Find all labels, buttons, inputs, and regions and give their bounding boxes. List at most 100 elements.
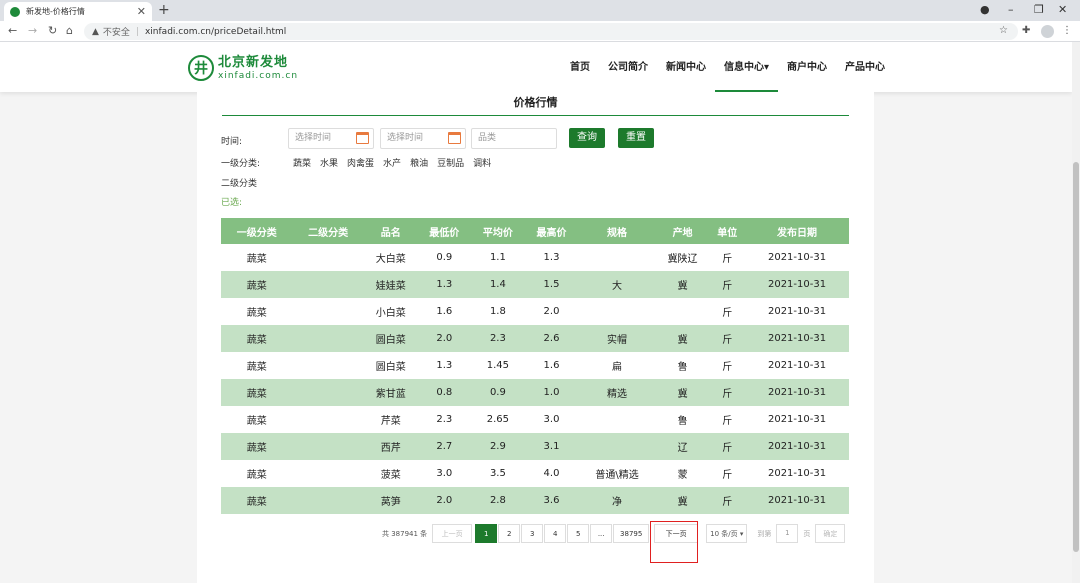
extensions-puzzle-icon[interactable]: ✚: [1022, 25, 1030, 37]
main-nav: 首页 公司简介 新闻中心 信息中心▾ 商户中心 产品中心: [561, 42, 894, 92]
table-cell: 扁: [578, 352, 656, 379]
nav-home[interactable]: 首页: [561, 42, 599, 92]
nav-news[interactable]: 新闻中心: [657, 42, 715, 92]
logo-domain: xinfadi.com.cn: [218, 70, 299, 81]
table-cell: 蔬菜: [221, 460, 293, 487]
nav-company[interactable]: 公司简介: [599, 42, 657, 92]
forward-arrow-icon[interactable]: →: [28, 24, 37, 38]
profile-avatar[interactable]: [1041, 25, 1054, 38]
scrollbar-thumb[interactable]: [1073, 162, 1079, 552]
browser-tab-bar: 新发地-价格行情 ✕ + ● – ❐ ✕: [0, 0, 1080, 21]
nav-info-center[interactable]: 信息中心▾: [715, 42, 779, 92]
page-button-2[interactable]: 2: [498, 524, 521, 543]
next-page-highlight-box: [650, 521, 698, 563]
bookmark-star-icon[interactable]: ☆: [999, 25, 1008, 37]
logo-text: 北京新发地 xinfadi.com.cn: [218, 56, 298, 81]
table-cell: 蔬菜: [221, 325, 293, 352]
profile-dot-icon[interactable]: ●: [980, 3, 990, 17]
query-button[interactable]: 查询: [569, 128, 605, 148]
last-page-button[interactable]: 38795: [613, 524, 650, 543]
table-cell: 斤: [709, 244, 746, 271]
column-header: 最高价: [524, 218, 579, 244]
close-tab-icon[interactable]: ✕: [137, 6, 146, 17]
category-option[interactable]: 豆制品: [437, 156, 464, 169]
category-input[interactable]: 品类: [471, 128, 557, 149]
table-row: 蔬菜 娃娃菜 1.3 1.4 1.5 大冀斤 2021-10-31: [221, 271, 849, 298]
page-button-5[interactable]: 5: [567, 524, 590, 543]
table-cell: 1.3: [524, 244, 579, 271]
table-cell: [655, 298, 710, 325]
minimize-icon[interactable]: –: [1008, 3, 1014, 17]
table-cell: 2.9: [471, 433, 525, 460]
start-date-input[interactable]: 选择时间: [288, 128, 374, 149]
table-cell: 辽: [655, 433, 710, 460]
reload-icon[interactable]: ↻: [48, 24, 57, 38]
close-window-icon[interactable]: ✕: [1058, 3, 1067, 17]
column-header: 二级分类: [292, 218, 364, 244]
table-cell: 普通\精选: [578, 460, 656, 487]
category-option[interactable]: 水果: [320, 156, 338, 169]
prev-page-button[interactable]: 上一页: [432, 524, 473, 543]
category-option[interactable]: 蔬菜: [293, 156, 311, 169]
new-tab-button[interactable]: +: [158, 3, 170, 17]
category-option[interactable]: 调料: [473, 156, 491, 169]
nav-merchants[interactable]: 商户中心: [778, 42, 836, 92]
table-row: 蔬菜 菠菜 3.0 3.5 4.0 普通\精选蒙斤 2021-10-31: [221, 460, 849, 487]
table-cell: 斤: [709, 433, 746, 460]
site-logo[interactable]: 井 北京新发地 xinfadi.com.cn: [188, 55, 298, 81]
table-cell: [578, 406, 656, 433]
table-cell: 蔬菜: [221, 379, 293, 406]
page-unit-label: 页: [803, 529, 811, 538]
table-cell: 斤: [709, 298, 746, 325]
table-cell: 斤: [709, 460, 746, 487]
page-button-4[interactable]: 4: [544, 524, 567, 543]
address-bar[interactable]: ▲ 不安全 | xinfadi.com.cn/priceDetail.html: [84, 23, 1018, 40]
table-cell: 2021-10-31: [745, 352, 849, 379]
table-cell: 2021-10-31: [745, 460, 849, 487]
selected-label: 已选:: [221, 198, 243, 208]
page-viewport: 井 北京新发地 xinfadi.com.cn 首页 公司简介 新闻中心 信息中心…: [0, 42, 1072, 583]
goto-label: 到第: [757, 529, 772, 538]
goto-page-input[interactable]: 1: [776, 524, 799, 543]
logo-chinese-name: 北京新发地: [218, 54, 289, 70]
table-cell: 鲁: [655, 406, 710, 433]
reset-button[interactable]: 重置: [618, 128, 654, 148]
table-cell: 斤: [709, 487, 746, 514]
page-scrollbar[interactable]: [1072, 42, 1080, 583]
restore-icon[interactable]: ❐: [1034, 3, 1044, 17]
table-cell: 2021-10-31: [745, 271, 849, 298]
goto-confirm-button[interactable]: 确定: [815, 524, 846, 543]
table-row: 蔬菜 大白菜 0.9 1.1 1.3 冀陕辽斤 2021-10-31: [221, 244, 849, 271]
nav-products[interactable]: 产品中心: [836, 42, 894, 92]
table-cell: 1.5: [524, 271, 579, 298]
home-icon[interactable]: ⌂: [66, 24, 73, 38]
category-option[interactable]: 肉禽蛋: [347, 156, 374, 169]
calendar-icon[interactable]: [356, 132, 369, 144]
table-cell: 2021-10-31: [745, 244, 849, 271]
level1-options: 蔬菜 水果 肉禽蛋 水产 粮油 豆制品 调料: [293, 156, 500, 169]
category-option[interactable]: 水产: [383, 156, 401, 169]
table-cell: 1.8: [471, 298, 525, 325]
table-cell: 2021-10-31: [745, 406, 849, 433]
price-panel: 价格行情 时间: 选择时间 选择时间 品类 查询 重置 一级分类: 蔬菜 水果 …: [197, 92, 874, 583]
level2-label: 二级分类: [221, 179, 258, 189]
table-cell: 2021-10-31: [745, 487, 849, 514]
end-date-input[interactable]: 选择时间: [380, 128, 466, 149]
calendar-icon[interactable]: [448, 132, 461, 144]
insecure-label: 不安全: [102, 28, 130, 38]
table-cell: 3.1: [524, 433, 579, 460]
table-row: 蔬菜 紫甘蓝 0.8 0.9 1.0 精选冀斤 2021-10-31: [221, 379, 849, 406]
page-title: 价格行情: [222, 96, 849, 116]
tab-title: 新发地-价格行情: [26, 7, 85, 16]
table-cell: 3.0: [417, 460, 472, 487]
back-arrow-icon[interactable]: ←: [8, 24, 17, 38]
page-button-3[interactable]: 3: [521, 524, 544, 543]
browser-tab[interactable]: 新发地-价格行情 ✕: [4, 2, 152, 21]
page-size-select[interactable]: 10 条/页 ▾: [706, 524, 748, 543]
menu-kebab-icon[interactable]: ⋮: [1062, 25, 1072, 37]
category-option[interactable]: 粮油: [410, 156, 428, 169]
page-button-1[interactable]: 1: [475, 524, 498, 543]
table-cell: 精选: [578, 379, 656, 406]
table-cell: 0.9: [417, 244, 472, 271]
logo-emblem-icon: 井: [188, 55, 214, 81]
